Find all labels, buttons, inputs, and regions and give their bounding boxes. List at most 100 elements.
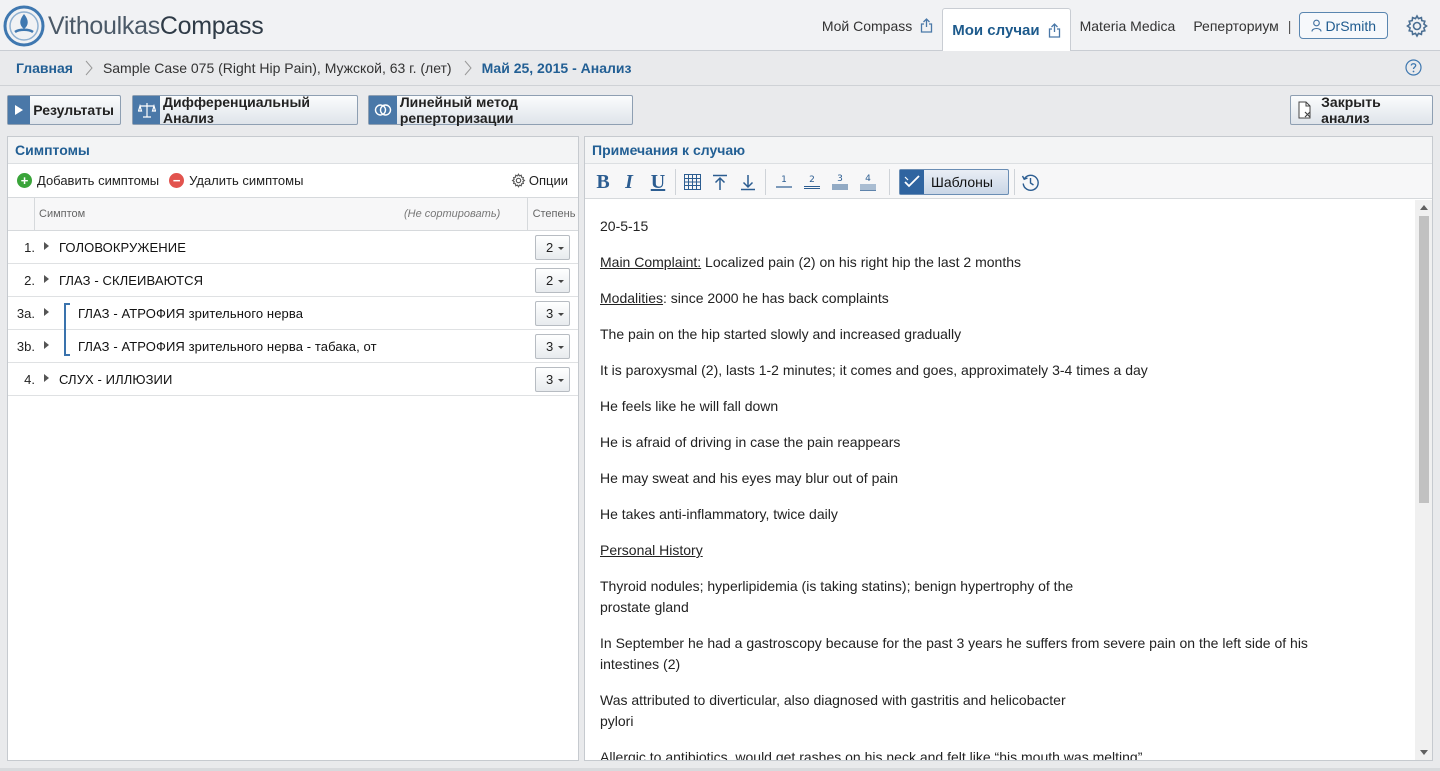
- chevron-down-icon: [558, 346, 564, 349]
- italic-button[interactable]: I: [619, 170, 639, 194]
- table-icon: [683, 174, 701, 190]
- expand-arrow-icon[interactable]: [44, 341, 49, 349]
- degree-select[interactable]: 3: [535, 334, 570, 359]
- symptom-text: ГЛАЗ - АТРОФИЯ зрительного нерва: [78, 305, 304, 321]
- history-clock-icon: [1021, 174, 1039, 191]
- brand-name: VithoulkasCompass: [48, 11, 264, 40]
- notes-text: Was attributed to diverticular, also dia…: [600, 692, 1066, 708]
- linear-method-button[interactable]: Линейный метод реперторизации: [368, 94, 633, 126]
- degree-value: 2: [546, 273, 554, 288]
- table-row[interactable]: 1. ГОЛОВОКРУЖЕНИЕ 2: [8, 231, 578, 264]
- differential-analysis-label: Дифференциальный Анализ: [163, 94, 311, 126]
- toolbar-divider: [1014, 169, 1015, 195]
- chevron-right-icon: [85, 60, 93, 76]
- bold-button[interactable]: B: [593, 170, 613, 194]
- help-icon[interactable]: [1405, 59, 1422, 76]
- scrollbar-thumb[interactable]: [1419, 216, 1429, 503]
- insert-below-button[interactable]: [737, 170, 759, 194]
- gear-icon: [511, 173, 526, 188]
- close-analysis-button[interactable]: Закрыть анализ: [1290, 94, 1433, 126]
- breadcrumb-case[interactable]: Sample Case 075 (Right Hip Pain), Мужско…: [103, 60, 452, 76]
- notes-heading: Main Complaint:: [600, 254, 702, 270]
- chevron-down-icon: [558, 247, 564, 250]
- chevron-down-icon: [558, 379, 564, 382]
- expand-arrow-icon[interactable]: [44, 275, 49, 283]
- templates-label: Шаблоны: [931, 174, 993, 190]
- notes-text: Thyroid nodules; hyperlipidemia (is taki…: [600, 578, 1074, 594]
- notes-paragraph: Was attributed to diverticular, also dia…: [600, 690, 1417, 732]
- table-row[interactable]: 3b. ГЛАЗ - АТРОФИЯ зрительного нерва - т…: [8, 330, 578, 363]
- degree-select[interactable]: 2: [535, 268, 570, 293]
- table-row[interactable]: 2. ГЛАЗ - СКЛЕИВАЮТСЯ 2: [8, 264, 578, 297]
- insert-above-button[interactable]: [709, 170, 731, 194]
- user-icon: [1311, 19, 1322, 32]
- col-sort-toggle[interactable]: (Не сортировать): [404, 208, 500, 220]
- table-row[interactable]: 4. СЛУХ - ИЛЛЮЗИИ 3: [8, 363, 578, 396]
- degree-value: 3: [546, 339, 554, 354]
- results-button[interactable]: Результаты: [7, 95, 121, 125]
- checklist-icon: [900, 170, 924, 194]
- nav-repertory[interactable]: Реперториум: [1184, 0, 1287, 51]
- breadcrumb-home[interactable]: Главная: [16, 60, 73, 76]
- degree-value: 3: [546, 306, 554, 321]
- scroll-down-icon[interactable]: [1420, 750, 1428, 755]
- col-number: [8, 197, 35, 231]
- expand-arrow-icon[interactable]: [44, 308, 49, 316]
- notes-text: intestines (2): [600, 656, 681, 672]
- app-logo[interactable]: VithoulkasCompass: [3, 4, 264, 48]
- expand-arrow-icon[interactable]: [44, 374, 49, 382]
- table-row[interactable]: 3a. ГЛАЗ - АТРОФИЯ зрительного нерва 3: [8, 297, 578, 330]
- add-symptoms-label: Добавить симптомы: [37, 173, 160, 188]
- scroll-up-icon[interactable]: [1420, 205, 1428, 210]
- notes-heading: Modalities: [600, 290, 664, 306]
- notes-paragraph: In September he had a gastroscopy becaus…: [600, 633, 1417, 675]
- heading-1-button[interactable]: 1: [773, 170, 795, 194]
- nav-my-compass[interactable]: Мой Compass: [813, 0, 942, 51]
- editor-scrollbar[interactable]: [1415, 200, 1432, 760]
- nav-my-cases[interactable]: Мои случаи: [942, 8, 1071, 51]
- symptom-text: СЛУХ - ИЛЛЮЗИИ: [59, 371, 173, 387]
- options-button[interactable]: Опции: [511, 173, 568, 188]
- table-button[interactable]: [681, 170, 703, 194]
- remove-symptoms-button[interactable]: − Удалить симптомы: [169, 173, 303, 188]
- notes-paragraph: He takes anti-inflammatory, twice daily: [600, 506, 838, 522]
- col-symptom[interactable]: Симптом: [35, 208, 85, 220]
- user-menu-button[interactable]: DrSmith: [1299, 12, 1388, 39]
- differential-analysis-button[interactable]: Дифференциальный Анализ: [132, 94, 358, 126]
- toolbar-divider: [889, 169, 890, 195]
- chevron-down-icon: [558, 313, 564, 316]
- heading-line-icon: [776, 186, 792, 188]
- case-notes-editor[interactable]: 20-5-15 Main Complaint: Localized pain (…: [585, 200, 1417, 760]
- heading-2-label: 2: [809, 174, 815, 185]
- notes-paragraph: The pain on the hip started slowly and i…: [600, 326, 962, 342]
- underline-button[interactable]: U: [647, 170, 669, 194]
- compass-logo-icon: [3, 5, 45, 47]
- share-icon[interactable]: [1048, 22, 1061, 38]
- expand-arrow-icon[interactable]: [44, 242, 49, 250]
- rings-icon: [369, 96, 397, 124]
- heading-2-button[interactable]: 2: [801, 170, 823, 194]
- settings-button[interactable]: [1394, 0, 1440, 51]
- share-icon[interactable]: [920, 18, 933, 33]
- col-degree[interactable]: Степень: [527, 197, 580, 231]
- heading-4-button[interactable]: 4: [857, 170, 879, 194]
- heading-3-button[interactable]: 3: [829, 170, 851, 194]
- symptom-text: ГЛАЗ - СКЛЕИВАЮТСЯ: [59, 272, 204, 288]
- breadcrumb: Главная Sample Case 075 (Right Hip Pain)…: [0, 51, 1440, 86]
- play-icon: [8, 96, 31, 124]
- notes-paragraph: He feels like he will fall down: [600, 398, 779, 414]
- add-symptoms-button[interactable]: + Добавить симптомы: [17, 173, 159, 188]
- notes-paragraph: He may sweat and his eyes may blur out o…: [600, 470, 899, 486]
- user-name: DrSmith: [1325, 17, 1376, 34]
- history-button[interactable]: [1019, 170, 1041, 194]
- degree-select[interactable]: 3: [535, 367, 570, 392]
- degree-select[interactable]: 3: [535, 301, 570, 326]
- notes-text: In September he had a gastroscopy becaus…: [600, 635, 1308, 651]
- notes-paragraph: Main Complaint: Localized pain (2) on hi…: [600, 252, 1417, 273]
- notes-paragraph: Personal History: [600, 540, 1417, 561]
- degree-select[interactable]: 2: [535, 235, 570, 260]
- heading-line-icon: [860, 184, 876, 191]
- templates-button[interactable]: Шаблоны: [899, 169, 1009, 195]
- notes-heading: Personal History: [600, 542, 703, 558]
- nav-materia-medica[interactable]: Materia Medica: [1071, 0, 1185, 51]
